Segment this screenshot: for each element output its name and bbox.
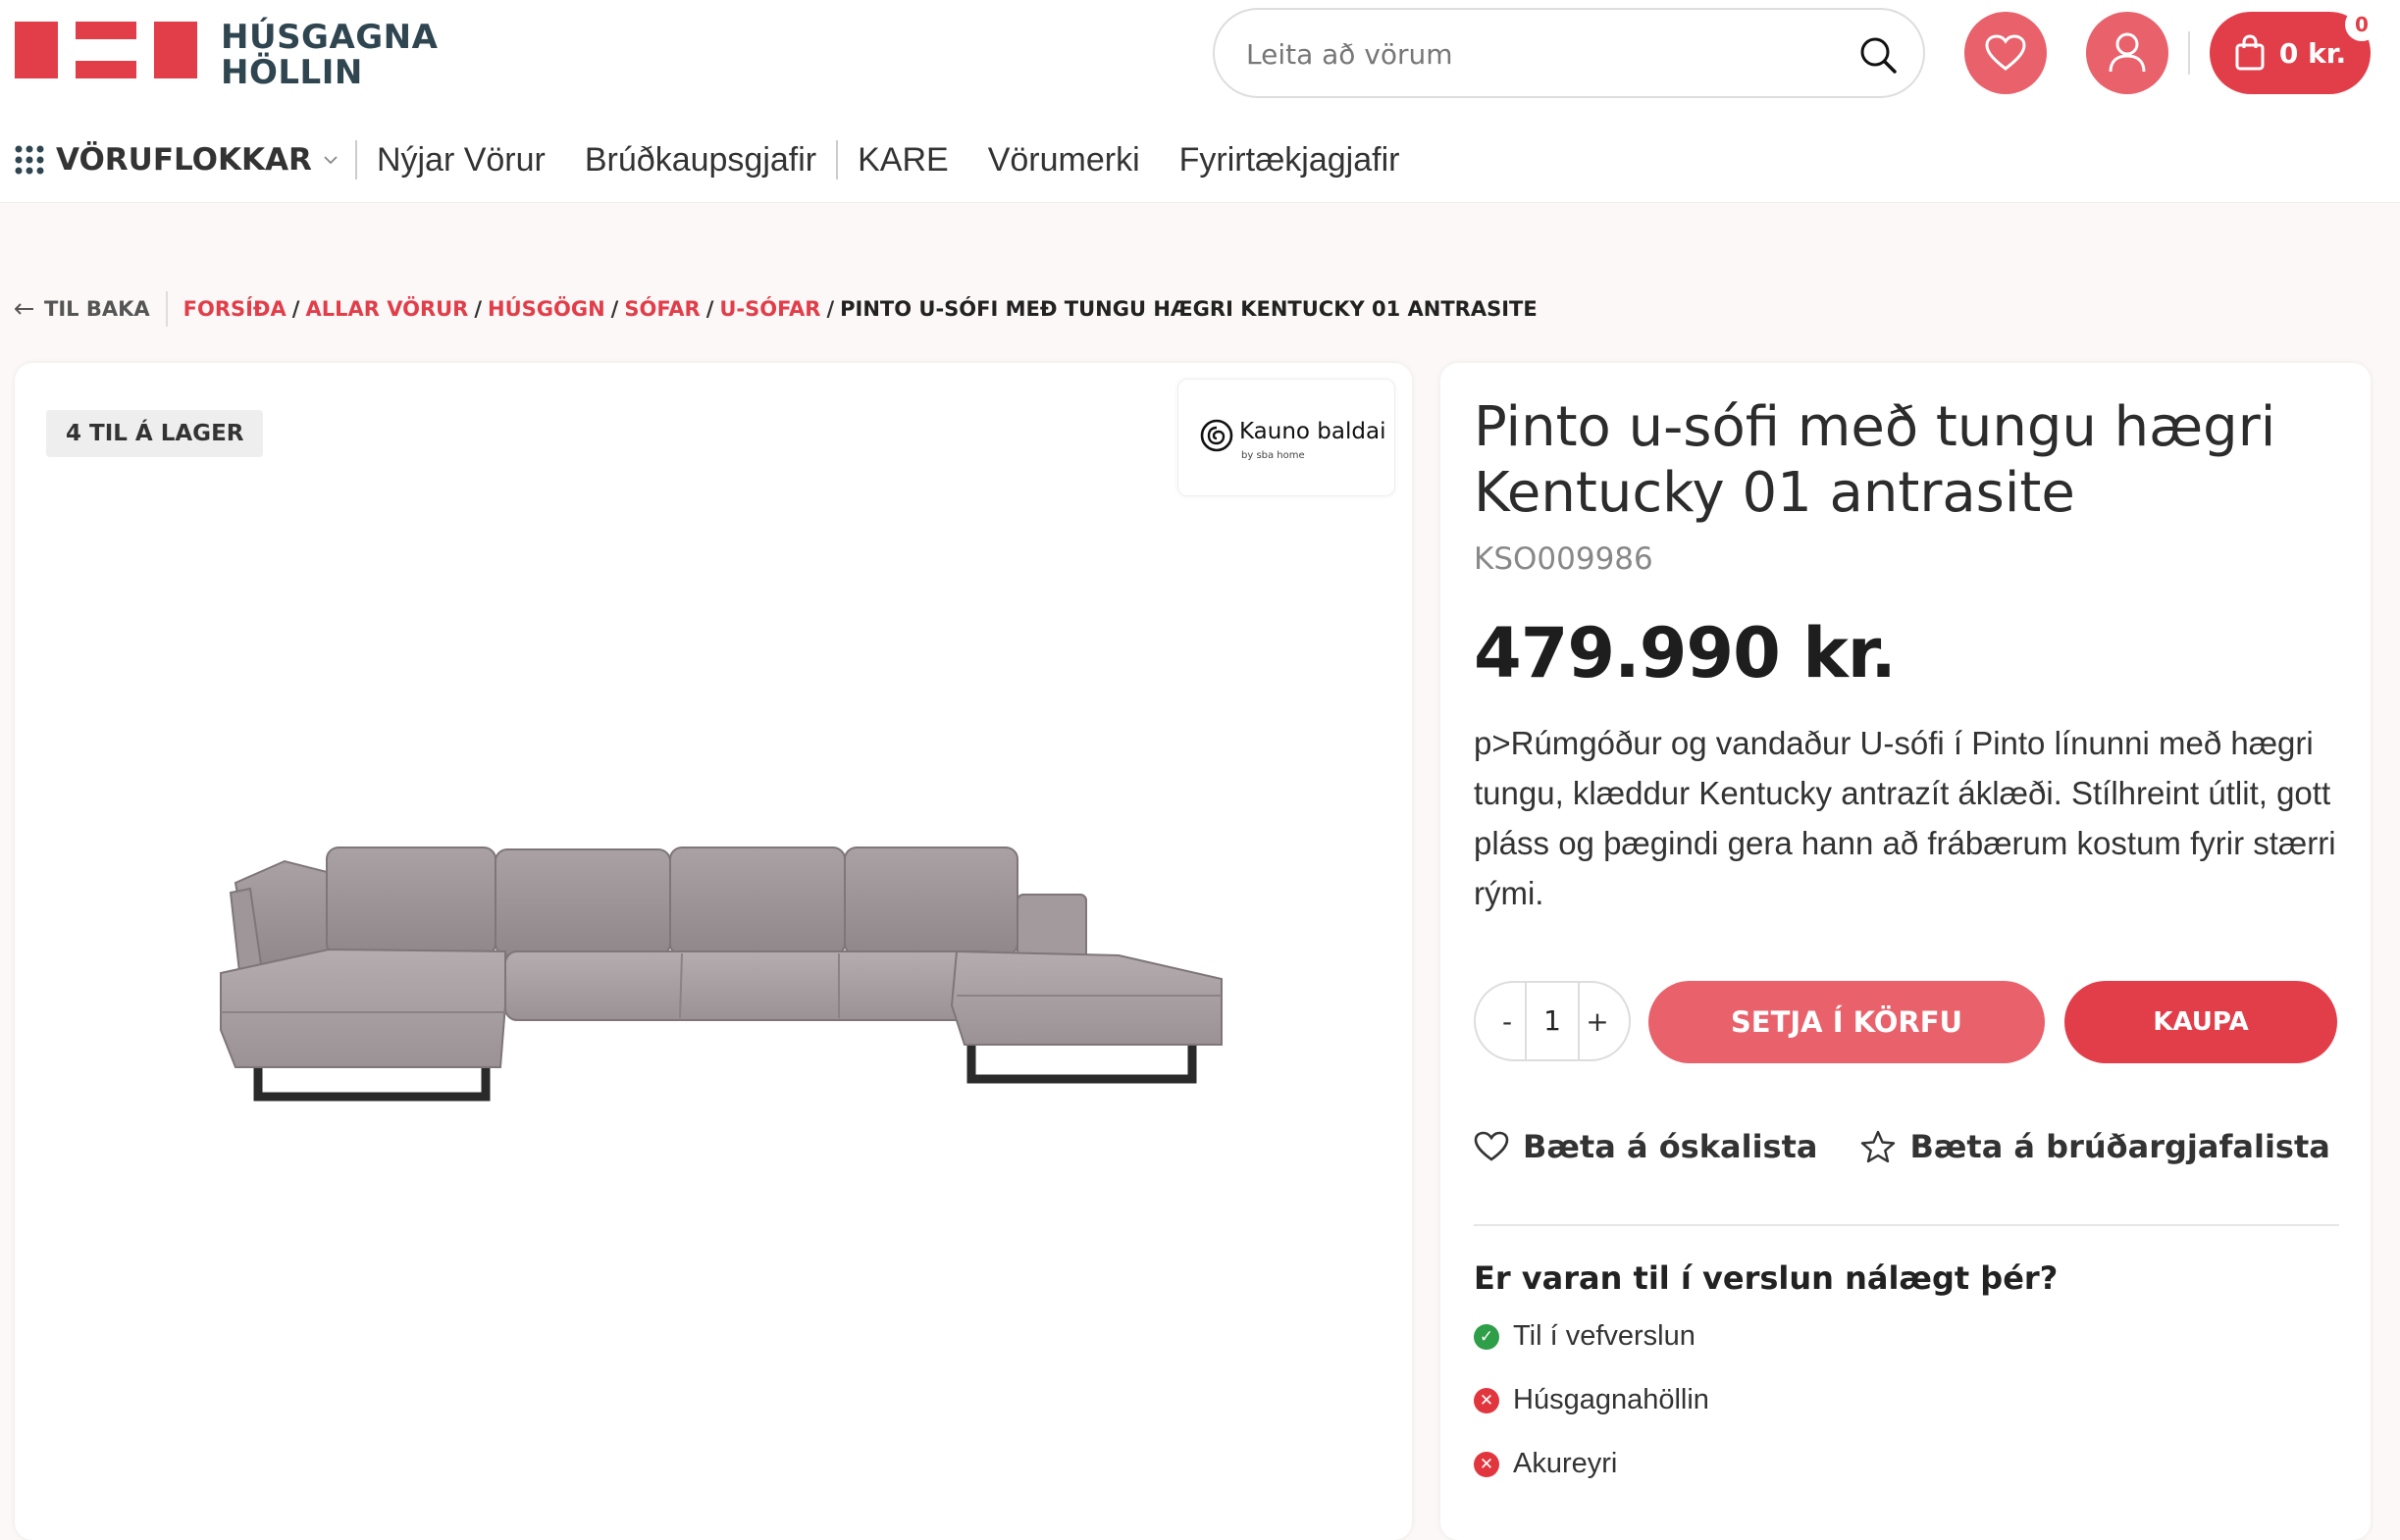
nav-item-kare[interactable]: KARE xyxy=(838,141,968,180)
brand-subtitle: by sba home xyxy=(1241,450,1305,461)
add-to-wishlist-link[interactable]: Bæta á óskalista xyxy=(1523,1128,1817,1165)
shopping-bag-icon xyxy=(2235,34,2265,71)
nav-item-new[interactable]: Nýjar Vörur xyxy=(357,141,565,180)
store-availability-item: ✕ Húsgagnahöllin xyxy=(1474,1384,1709,1416)
qty-input[interactable]: 1 xyxy=(1525,981,1580,1061)
add-to-cart-button[interactable]: SETJA Í KÖRFU xyxy=(1648,981,2045,1063)
categories-label: VÖRUFLOKKAR xyxy=(56,142,312,178)
product-title: Pinto u-sófi með tungu hægri Kentucky 01… xyxy=(1474,395,2276,525)
availability-title: Er varan til í verslun nálægt þér? xyxy=(1474,1259,2059,1297)
product-sku: KSO009986 xyxy=(1474,541,1653,577)
heart-outline-icon[interactable] xyxy=(1474,1131,1509,1162)
brand-logo[interactable]: Kauno baldai by sba home xyxy=(1177,379,1395,496)
header-divider xyxy=(2188,31,2190,75)
breadcrumb-u-sofas[interactable]: U-SÓFAR xyxy=(719,297,820,321)
breadcrumb-current: PINTO U-SÓFI MEÐ TUNGU HÆGRI KENTUCKY 01… xyxy=(840,297,1538,321)
cart-total: 0 kr. xyxy=(2278,36,2347,70)
main-nav: VÖRUFLOKKAR Nýjar Vörur Brúðkaupsgjafir … xyxy=(15,132,1419,187)
account-button[interactable] xyxy=(2086,12,2168,94)
back-label: TIL BAKA xyxy=(44,297,150,321)
wishlist-button[interactable] xyxy=(1964,12,2047,94)
qty-decrease-button[interactable]: - xyxy=(1489,1005,1525,1038)
search-bar xyxy=(1213,8,1925,98)
product-info: Pinto u-sófi með tungu hægri Kentucky 01… xyxy=(1440,363,2371,1540)
breadcrumb-sofas[interactable]: SÓFAR xyxy=(624,297,700,321)
arrow-left-icon xyxy=(15,303,33,315)
cart-button[interactable]: 0 kr. 0 xyxy=(2210,8,2378,94)
section-divider xyxy=(1474,1224,2339,1226)
chevron-down-icon xyxy=(324,156,338,165)
breadcrumb-all-products[interactable]: ALLAR VÖRUR xyxy=(305,297,468,321)
store-name: Akureyri xyxy=(1513,1448,1618,1479)
check-icon: ✓ xyxy=(1474,1323,1499,1350)
store-availability-item: ✓ Til í vefverslun xyxy=(1474,1320,1696,1353)
brand-mark-icon xyxy=(1200,419,1233,452)
cross-icon: ✕ xyxy=(1474,1387,1499,1413)
product-description: p>Rúmgóður og vandaður U-sófi í Pinto lí… xyxy=(1474,725,2336,911)
nav-item-wedding[interactable]: Brúðkaupsgjafir xyxy=(565,141,836,180)
add-to-wedding-list-link[interactable]: Bæta á brúðargjafalista xyxy=(1909,1128,2329,1165)
wishlist-actions: Bæta á óskalista Bæta á brúðargjafalista xyxy=(1474,1128,2330,1165)
product-gallery: 4 TIL Á LAGER Kauno baldai by sba home xyxy=(15,363,1412,1540)
logo-text: HÚSGAGNA HÖLLIN xyxy=(221,18,439,92)
cross-icon: ✕ xyxy=(1474,1451,1499,1477)
product-image[interactable] xyxy=(211,834,1231,1148)
search-icon[interactable] xyxy=(1858,35,1898,75)
store-name: Til í vefverslun xyxy=(1513,1320,1696,1352)
breadcrumb-furniture[interactable]: HÚSGÖGN xyxy=(488,297,605,321)
brand-name: Kauno baldai xyxy=(1239,419,1386,444)
grid-dots-icon xyxy=(15,145,44,175)
categories-menu[interactable]: VÖRUFLOKKAR xyxy=(15,142,355,178)
product-price: 479.990 kr. xyxy=(1474,613,1897,693)
back-link[interactable]: TIL BAKA xyxy=(15,291,168,327)
cart-count-badge: 0 xyxy=(2345,8,2378,41)
buy-now-button[interactable]: KAUPA xyxy=(2064,981,2337,1063)
breadcrumb-home[interactable]: FORSÍÐA xyxy=(183,297,287,321)
qty-increase-button[interactable]: + xyxy=(1580,1005,1615,1038)
breadcrumb: TIL BAKA FORSÍÐA / ALLAR VÖRUR / HÚSGÖGN… xyxy=(15,291,1538,327)
search-input[interactable] xyxy=(1244,33,1833,75)
store-name: Húsgagnahöllin xyxy=(1513,1384,1709,1415)
nav-item-corporate[interactable]: Fyrirtækjagjafir xyxy=(1160,141,1420,180)
stock-badge: 4 TIL Á LAGER xyxy=(46,410,264,457)
quantity-stepper: - 1 + xyxy=(1474,981,1631,1061)
heart-icon xyxy=(1985,34,2026,71)
site-header: HÚSGAGNA HÖLLIN 0 kr. 0 xyxy=(0,0,2400,203)
logo-mark xyxy=(15,22,58,78)
user-icon xyxy=(2109,32,2146,73)
store-availability-item: ✕ Akureyri xyxy=(1474,1448,1617,1480)
star-outline-icon[interactable] xyxy=(1860,1130,1896,1163)
site-logo[interactable]: HÚSGAGNA HÖLLIN xyxy=(15,20,438,90)
nav-item-brands[interactable]: Vörumerki xyxy=(968,141,1160,180)
